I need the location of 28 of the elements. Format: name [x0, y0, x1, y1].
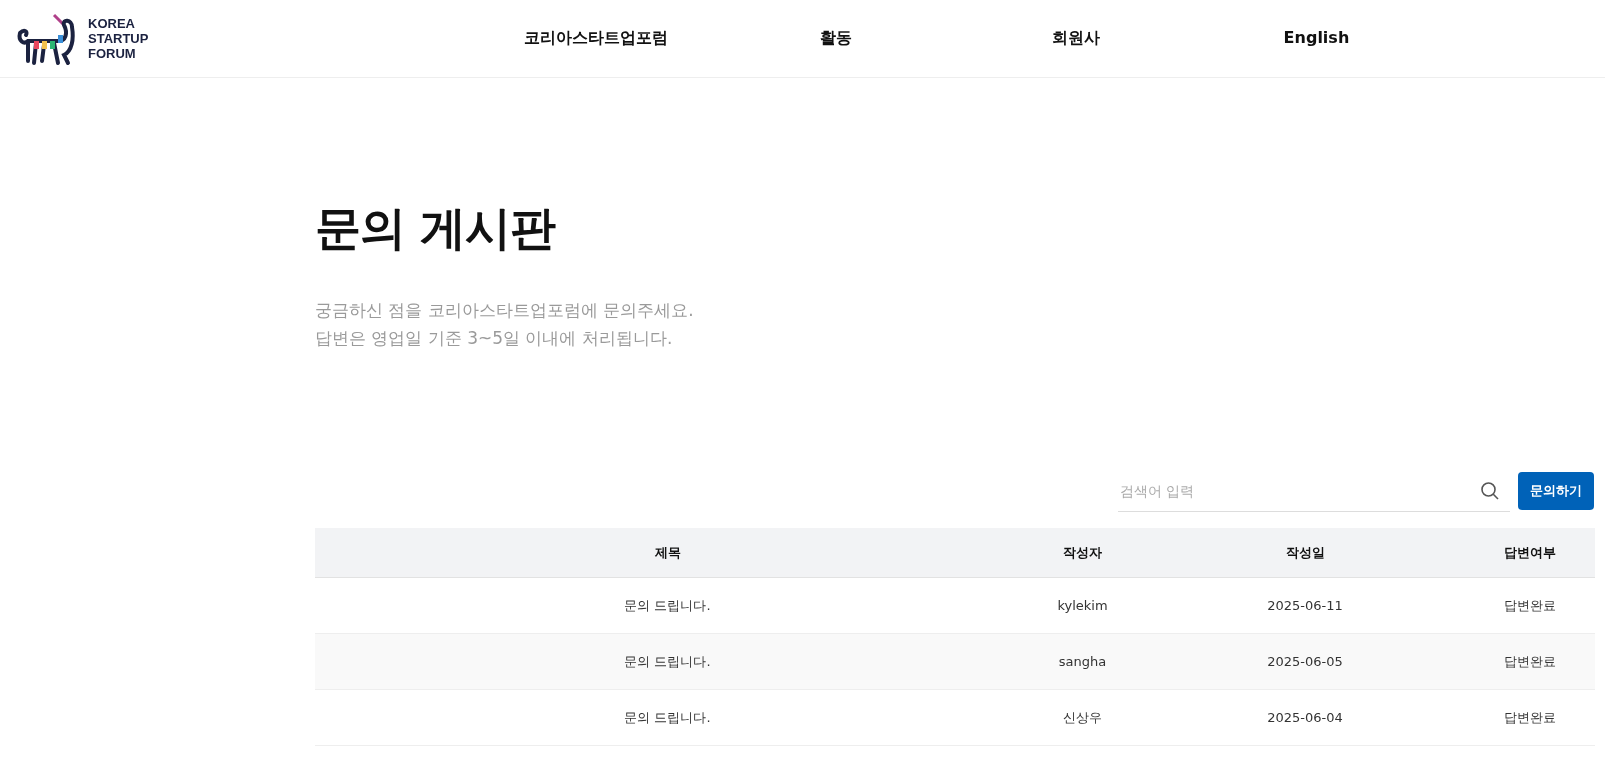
table-row[interactable]: 문의 드립니다. sangha 2025-06-05 답변완료: [315, 634, 1595, 690]
table-cell-text: 2025-06-11: [1266, 598, 1344, 613]
table-row[interactable]: 문의 드립니다. 신상우 2025-06-04 답변완료: [315, 690, 1595, 746]
write-inquiry-button[interactable]: 문의하기: [1518, 472, 1594, 510]
table-cell-text: kylekim: [1056, 598, 1109, 613]
nav-link[interactable]: 활동: [716, 28, 957, 49]
table-cell-text: 신상우: [1062, 708, 1103, 727]
search-icon[interactable]: [1480, 481, 1500, 501]
column-header: 작성일: [1284, 543, 1326, 562]
table-cell-text: 답변완료: [1503, 652, 1557, 671]
page-title: 문의 게시판: [315, 200, 557, 257]
nav-link[interactable]: 코리아스타트업포럼: [476, 28, 717, 49]
search-field[interactable]: 검색어 입력: [1118, 470, 1510, 512]
page-description: 궁금하신 점을 코리아스타트업포럼에 문의주세요. 답변은 영업일 기준 3~5일 이내에 처리됩니다.: [315, 299, 695, 350]
nav-link[interactable]: English: [1196, 28, 1437, 49]
table-cell-text: 답변완료: [1503, 708, 1557, 727]
column-header: 제목: [653, 543, 682, 562]
column-header: 작성자: [1062, 543, 1103, 562]
table-cell-text: 문의 드립니다.: [623, 596, 712, 615]
table-cell-text: 문의 드립니다.: [623, 652, 712, 671]
table-cell-text: 2025-06-05: [1266, 654, 1344, 669]
table-cell-text: 답변완료: [1503, 596, 1557, 615]
column-header: 답변여부: [1503, 543, 1557, 562]
table-cell-text: 문의 드립니다.: [623, 708, 712, 727]
table-cell-text: 2025-06-04: [1266, 710, 1344, 725]
logo-text[interactable]: KOREA STARTUP FORUM: [88, 16, 149, 61]
table-cell-text: sangha: [1057, 654, 1108, 669]
nav-link[interactable]: 회원사: [956, 28, 1197, 49]
